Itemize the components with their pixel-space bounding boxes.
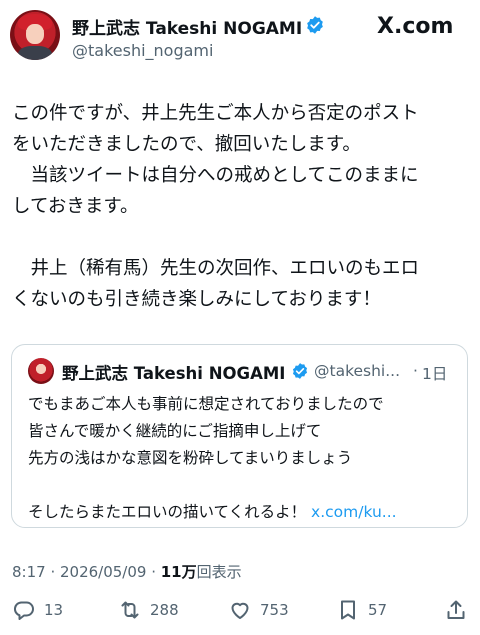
tweet-timestamp[interactable]: 8:17 · 2026/05/09 · [12,563,161,581]
tweet-line-gap [12,222,472,253]
quote-line: 先方の浅はかな意図を粉砕してまいりましょう [28,449,353,467]
quote-author-avatar [28,358,54,384]
quote-line-gap [28,472,458,499]
author-name[interactable]: 野上武志 Takeshi NOGAMI [72,14,302,39]
like-count: 753 [260,601,289,619]
tweet-line: をいただきましたので、撤回いたします。 [12,134,361,155]
tweet-meta: 8:17 · 2026/05/09 · 11万回表示 [12,561,242,582]
quote-line: 皆さんで暖かく継続的にご指摘申し上げて [28,422,322,440]
tweet-header: 野上武志 Takeshi NOGAMI @takeshi_nogami X.co… [0,0,480,80]
tweet-line: くないのも引き続き楽しみにしております！ [12,289,381,310]
avatar-face [26,24,44,44]
view-count: 11万 [160,563,197,581]
separator-dot: · [413,362,418,380]
reply-icon [13,601,34,620]
repost-button[interactable]: 288 [118,595,179,625]
view-label: 回表示 [196,563,242,581]
verified-badge-icon [307,16,323,34]
like-button[interactable]: 753 [228,595,289,625]
tweet-text: この件ですが、井上先生ご本人から否定のポスト をいただきましたので、撤回いたしま… [12,98,472,315]
quote-line-with-link: そしたらまたエロいの描いてくれるよ！ x.com/ku... [28,499,458,526]
tweet-line: 井上（稀有馬）先生の次回作、エロいのもエロ [12,258,420,279]
bookmark-button[interactable]: 57 [336,595,387,625]
quote-text: でもまあご本人も事前に想定されておりましたので 皆さんで暖かく継続的にご指摘申し… [28,391,458,526]
quote-line: でもまあご本人も事前に想定されておりましたので [28,395,384,413]
share-icon [447,600,465,619]
x-logo-brand: X.com [377,14,454,39]
tweet-line: 当該ツイートは自分への戒めとしてこのままに [12,165,419,186]
avatar-body [18,46,52,60]
quote-author-name: 野上武志 Takeshi NOGAMI [62,364,286,383]
quote-link[interactable]: x.com/ku... [311,503,397,521]
repost-icon [121,601,139,619]
share-button[interactable] [444,595,468,625]
reply-button[interactable]: 13 [12,595,63,625]
quoted-tweet[interactable]: 野上武志 Takeshi NOGAMI @takeshi... · 1日 でもま… [11,344,468,528]
verified-badge-icon [292,363,308,379]
quote-line: そしたらまたエロいの描いてくれるよ！ [28,503,307,521]
reply-count: 13 [44,601,64,619]
action-bar: 13 288 753 57 [0,595,480,625]
heart-icon [231,602,249,619]
author-avatar[interactable] [10,10,60,60]
bookmark-icon [341,600,355,620]
quote-timestamp: 1日 [422,365,448,383]
tweet-line: しておきます。 [12,196,139,217]
repost-count: 288 [150,601,179,619]
author-handle[interactable]: @takeshi_nogami [72,41,213,60]
bookmark-count: 57 [368,601,388,619]
quote-author-handle: @takeshi... [314,362,401,380]
tweet-line: この件ですが、井上先生ご本人から否定のポスト [12,103,419,124]
